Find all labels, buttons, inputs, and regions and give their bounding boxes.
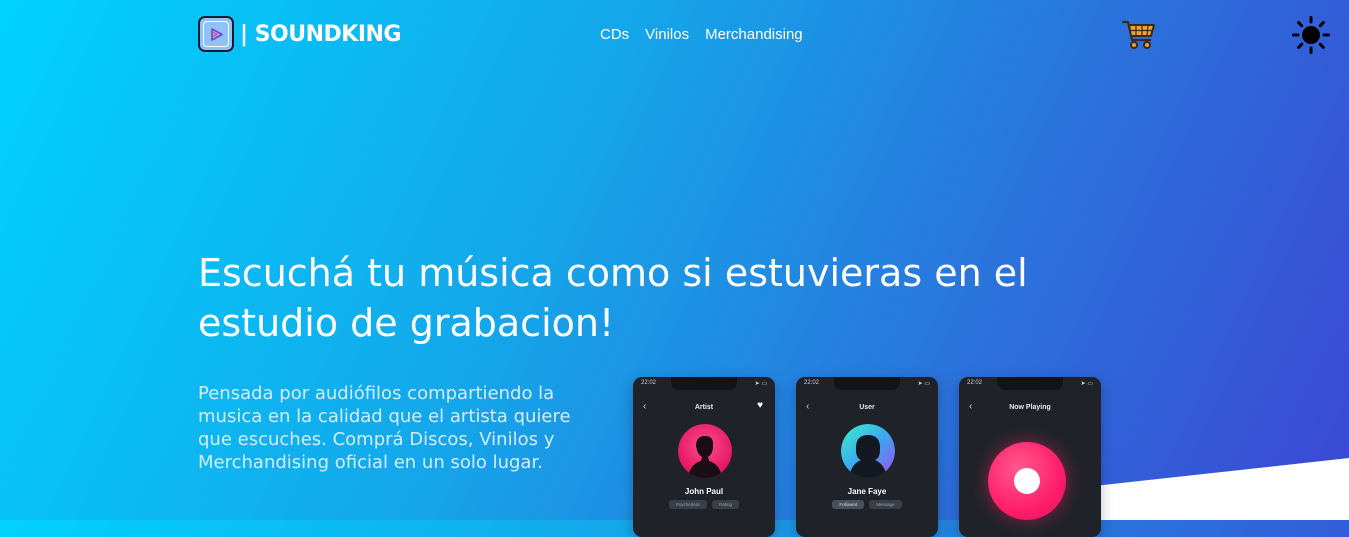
battery-icon: ➤ ▭ bbox=[754, 381, 767, 387]
nav-item-vinilos[interactable]: Vinilos bbox=[645, 26, 689, 43]
main-nav: CDs Vinilos Merchandising bbox=[600, 26, 803, 43]
status-time: 22:02 bbox=[641, 380, 657, 386]
user-avatar bbox=[841, 424, 895, 478]
cart-icon[interactable] bbox=[1122, 18, 1156, 50]
artist-avatar bbox=[678, 424, 732, 478]
status-time: 22:02 bbox=[967, 380, 983, 386]
hero-subtitle: Pensada por audiófilos compartiendo la m… bbox=[198, 383, 571, 473]
phone-mockup-artist: 22:02 ➤ ▭ ‹ Artist ♥ John Paul Psychedel… bbox=[633, 377, 775, 537]
sun-icon[interactable] bbox=[1292, 16, 1330, 54]
brand-logo[interactable]: | SOUNDKING bbox=[198, 14, 401, 54]
brand-name: | SOUNDKING bbox=[240, 21, 401, 47]
page: | SOUNDKING CDs Vinilos Merchandising Es… bbox=[0, 0, 1349, 537]
chip-group: Followed Message bbox=[796, 500, 938, 509]
phone-mockup-user: 22:02 ➤ ▭ ‹ User Jane Faye Followed Mess… bbox=[796, 377, 938, 537]
screen-title: User bbox=[859, 404, 875, 411]
screen-title: Now Playing bbox=[1009, 404, 1051, 411]
nav-item-cds[interactable]: CDs bbox=[600, 26, 629, 43]
artist-name: John Paul bbox=[684, 487, 724, 496]
user-name: Jane Faye bbox=[847, 487, 887, 496]
heart-icon: ♥ bbox=[757, 400, 763, 411]
status-time: 22:02 bbox=[804, 380, 820, 386]
phone-mockup-now-playing: 22:02 ➤ ▭ ‹ Now Playing bbox=[959, 377, 1101, 537]
nav-item-merchandising[interactable]: Merchandising bbox=[705, 26, 803, 43]
phone-status-bar: 22:02 ➤ ▭ bbox=[804, 380, 930, 387]
screen-title: Artist bbox=[694, 404, 714, 411]
play-icon bbox=[198, 16, 234, 52]
chip: Message bbox=[869, 500, 902, 509]
chip: Psychedelic bbox=[668, 500, 707, 509]
battery-icon: ➤ ▭ bbox=[1080, 381, 1093, 387]
phone-status-bar: 22:02 ➤ ▭ bbox=[967, 380, 1093, 387]
chip: Rating bbox=[712, 500, 740, 509]
chip-group: Psychedelic Rating bbox=[633, 500, 775, 509]
chip: Followed bbox=[832, 500, 865, 509]
battery-icon: ➤ ▭ bbox=[917, 381, 930, 387]
hero-title: Escuchá tu música como si estuvieras en … bbox=[198, 251, 1028, 345]
vinyl-disc-icon bbox=[988, 442, 1066, 520]
phone-status-bar: 22:02 ➤ ▭ bbox=[641, 380, 767, 387]
